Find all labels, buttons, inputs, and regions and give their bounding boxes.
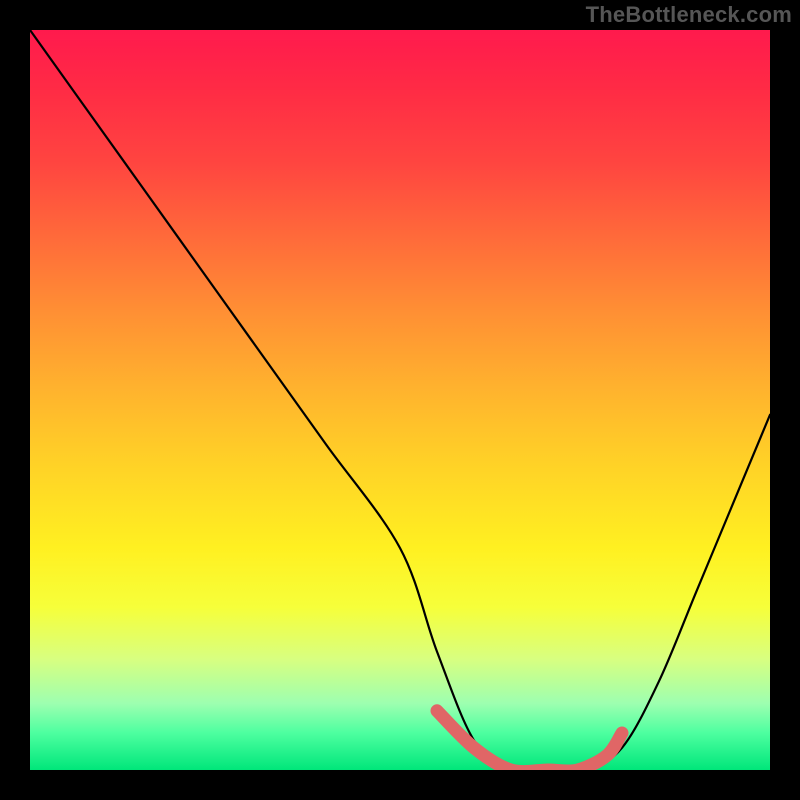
curve-layer	[30, 30, 770, 770]
plot-area	[30, 30, 770, 770]
bottleneck-curve	[30, 30, 770, 770]
chart-frame: TheBottleneck.com	[0, 0, 800, 800]
attribution-text: TheBottleneck.com	[586, 2, 792, 28]
